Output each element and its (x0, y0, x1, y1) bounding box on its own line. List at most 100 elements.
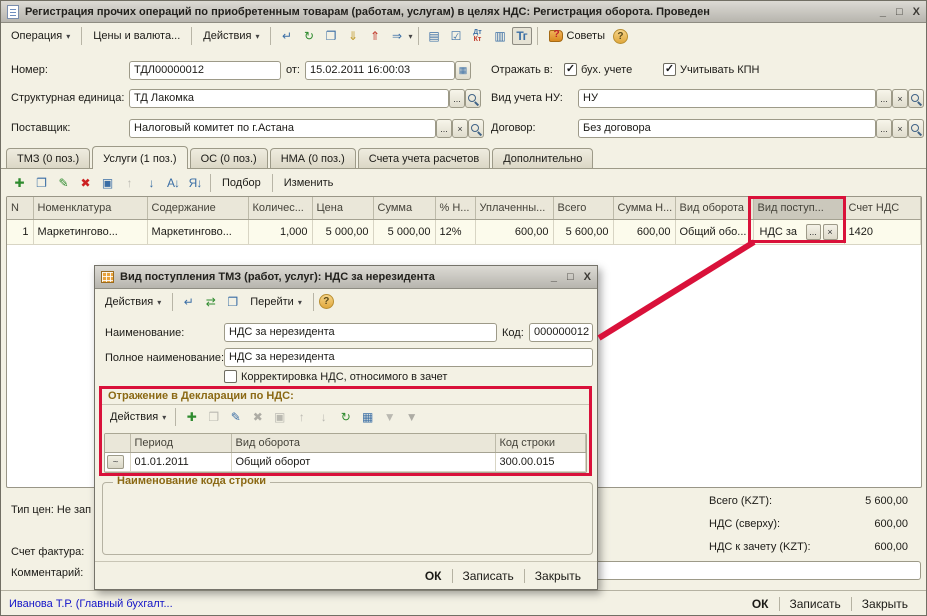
kpn-checkbox[interactable]: Учитывать КПН (663, 63, 760, 76)
post-document-icon[interactable]: ⇓ (342, 27, 362, 45)
edit-row-icon[interactable]: ✎ (225, 408, 245, 426)
date-field[interactable]: 15.02.2011 16:00:03 (305, 61, 455, 80)
dialog-actions-menu[interactable]: Действия (99, 293, 167, 311)
cell-content[interactable]: Маркетингово... (147, 220, 248, 245)
help-icon[interactable] (613, 29, 628, 44)
edit-row-icon[interactable]: ✎ (53, 174, 73, 192)
cell-n[interactable]: 1 (7, 220, 33, 245)
nu-type-select-button[interactable]: ... (876, 89, 892, 108)
save-close-icon[interactable]: ↵ (276, 27, 296, 45)
cell-quantity[interactable]: 1,000 (248, 220, 312, 245)
cell-price[interactable]: 5 000,00 (312, 220, 373, 245)
sort-asc-icon[interactable]: А↓ (163, 174, 183, 192)
minimize-button[interactable]: _ (880, 6, 886, 18)
col-price[interactable]: Цена (312, 197, 373, 220)
nu-type-open-button[interactable] (908, 89, 924, 108)
responsible-link[interactable]: Иванова Т.Р. (Главный бухгалт... (9, 598, 173, 610)
col-vat-percent[interactable]: % Н... (435, 197, 475, 220)
name-field[interactable]: НДС за нерезидента (224, 323, 497, 342)
cell-vat-percent[interactable]: 12% (435, 220, 475, 245)
cell-line-code[interactable]: 300.00.015 (495, 453, 586, 472)
copy-row-icon[interactable]: ❐ (31, 174, 51, 192)
struct-unit-open-button[interactable] (465, 89, 481, 108)
col-nomenclature[interactable]: Номенклатура (33, 197, 147, 220)
dialog-ok-button[interactable]: ОК (415, 566, 452, 586)
nu-type-field[interactable]: НУ (578, 89, 876, 108)
cell-vat-account[interactable]: 1420 (844, 220, 921, 245)
supplier-clear-button[interactable]: × (452, 119, 468, 138)
tab-tmz[interactable]: ТМЗ (0 поз.) (6, 148, 90, 168)
col-vat-account[interactable]: Счет НДС (844, 197, 921, 220)
col-total[interactable]: Всего (553, 197, 613, 220)
dt-kt-icon[interactable]: Дт Кт (468, 27, 488, 45)
col-paid[interactable]: Уплаченны... (475, 197, 553, 220)
contract-clear-button[interactable]: × (892, 119, 908, 138)
cell-period[interactable]: 01.01.2011 (130, 453, 231, 472)
tab-nma[interactable]: НМА (0 поз.) (270, 148, 356, 168)
write-button[interactable]: Записать (780, 594, 851, 614)
table-row[interactable]: 1 Маркетингово... Маркетингово... 1,000 … (7, 220, 921, 245)
close-form-button[interactable]: Закрыть (852, 594, 918, 614)
receipt-type-clear-button[interactable]: × (823, 224, 838, 240)
cell-receipt-type[interactable]: НДС за ... × (753, 220, 844, 245)
change-button[interactable]: Изменить (278, 174, 340, 192)
supplier-field[interactable]: Налоговый комитет по г.Астана (129, 119, 436, 138)
maximize-button[interactable]: □ (896, 6, 903, 18)
document-movements-icon[interactable]: ▤ (424, 27, 444, 45)
save-close-icon[interactable]: ↵ (178, 293, 198, 311)
goto-menu[interactable]: Перейти (244, 293, 308, 311)
add-row-icon[interactable]: ✚ (9, 174, 29, 192)
tab-services[interactable]: Услуги (1 поз.) (92, 146, 187, 169)
full-name-field[interactable]: НДС за нерезидента (224, 348, 593, 367)
advice-button[interactable]: Советы (543, 27, 611, 45)
totals-icon[interactable]: Тг (512, 27, 532, 45)
dialog-minimize-button[interactable]: _ (551, 271, 557, 283)
cell-vat-sum[interactable]: 600,00 (613, 220, 675, 245)
delete-row-icon[interactable]: ✖ (75, 174, 95, 192)
tab-additional[interactable]: Дополнительно (492, 148, 593, 168)
col-vat-sum[interactable]: Сумма Н... (613, 197, 675, 220)
tab-accounts[interactable]: Счета учета расчетов (358, 148, 490, 168)
cell-nomenclature[interactable]: Маркетингово... (33, 220, 147, 245)
add-row-icon[interactable]: ✚ (181, 408, 201, 426)
pick-button[interactable]: Подбор (216, 174, 267, 192)
calendar-button[interactable]: ▦ (455, 61, 471, 80)
post-and-close-icon[interactable]: ⇒ (386, 27, 406, 45)
col-quantity[interactable]: Количес... (248, 197, 312, 220)
nu-type-clear-button[interactable]: × (892, 89, 908, 108)
supplier-open-button[interactable] (468, 119, 484, 138)
cell-decl-turnover[interactable]: Общий оборот (231, 453, 495, 472)
col-decl-turnover[interactable]: Вид оборота (231, 434, 495, 453)
contract-select-button[interactable]: ... (876, 119, 892, 138)
receipt-type-select-button[interactable]: ... (806, 224, 821, 240)
set-interval-icon[interactable]: ▦ (357, 408, 377, 426)
copy-add-icon[interactable]: ❐ (222, 293, 242, 311)
col-receipt-type[interactable]: Вид поступ... (753, 197, 844, 220)
cell-paid[interactable]: 600,00 (475, 220, 553, 245)
dialog-maximize-button[interactable]: □ (567, 271, 574, 283)
number-field[interactable]: ТДЛ00000012 (129, 61, 281, 80)
col-sum[interactable]: Сумма (373, 197, 435, 220)
col-turnover-type[interactable]: Вид оборота (675, 197, 753, 220)
cell-turnover-type[interactable]: Общий обо... (675, 220, 753, 245)
actions-menu[interactable]: Действия (197, 27, 265, 45)
operation-menu[interactable]: Операция (5, 27, 76, 45)
report-icon[interactable]: ▥ (490, 27, 510, 45)
dialog-help-icon[interactable] (319, 294, 334, 309)
supplier-select-button[interactable]: ... (436, 119, 452, 138)
contract-field[interactable]: Без договора (578, 119, 876, 138)
dialog-close-button2[interactable]: Закрыть (525, 566, 591, 586)
contract-open-button[interactable] (908, 119, 924, 138)
movements-settings-icon[interactable]: ☑ (446, 27, 466, 45)
accounting-checkbox[interactable]: бух. учете (564, 63, 632, 76)
refresh-icon[interactable]: ↻ (335, 408, 355, 426)
declaration-row[interactable]: ~ 01.01.2011 Общий оборот 300.00.015 (105, 453, 586, 472)
dialog-close-button[interactable]: X (584, 271, 591, 283)
refresh-icon[interactable]: ↻ (298, 27, 318, 45)
cell-total[interactable]: 5 600,00 (553, 220, 613, 245)
dialog-write-button[interactable]: Записать (453, 566, 524, 586)
col-period[interactable]: Период (130, 434, 231, 453)
close-button[interactable]: X (913, 6, 920, 18)
unpost-document-icon[interactable]: ⇑ (364, 27, 384, 45)
col-n[interactable]: N (7, 197, 33, 220)
